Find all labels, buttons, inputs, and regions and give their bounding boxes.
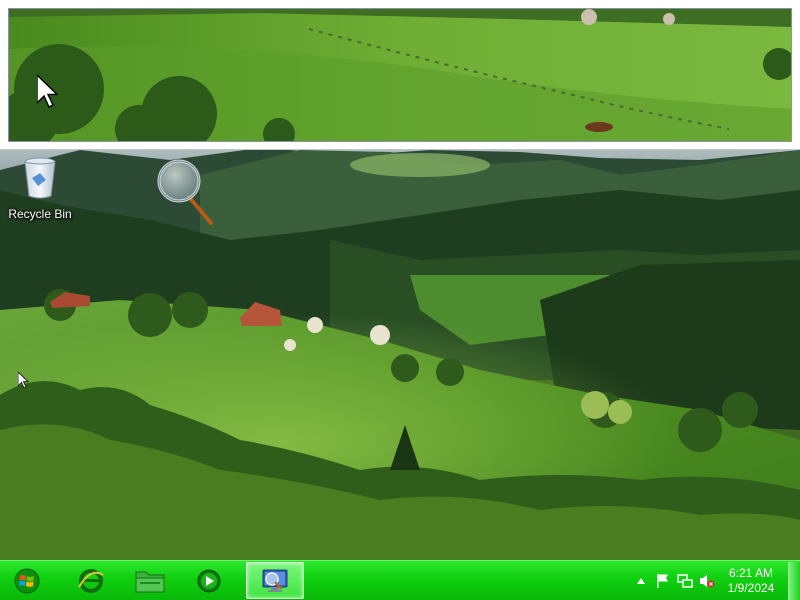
show-desktop-button[interactable] — [788, 561, 800, 600]
start-button[interactable] — [0, 562, 54, 599]
clock-time: 6:21 AM — [728, 565, 774, 580]
network-button[interactable] — [674, 570, 696, 592]
recycle-bin-icon — [24, 157, 56, 199]
clock-date: 1/9/2024 — [727, 580, 775, 595]
taskbar: 6:21 AM 1/9/2024 — [0, 560, 800, 600]
volume-muted-icon — [700, 574, 715, 587]
show-hidden-icons-button[interactable] — [630, 570, 652, 592]
internet-explorer-icon — [78, 568, 104, 593]
taskbar-file-explorer[interactable] — [121, 562, 179, 599]
chevron-up-icon — [637, 577, 645, 584]
magnifier-icon[interactable] — [157, 159, 217, 229]
magnifier-app-icon — [262, 569, 288, 592]
desktop: Recycle Bin 6:21 AM 1/9/2024 — [0, 0, 800, 600]
magnified-view — [8, 8, 792, 142]
taskbar-internet-explorer[interactable] — [62, 562, 120, 599]
magnifier-lens-window — [0, 0, 800, 150]
media-player-icon — [197, 569, 221, 592]
folder-icon — [135, 571, 165, 592]
network-icon — [677, 573, 693, 588]
system-tray: 6:21 AM 1/9/2024 — [630, 561, 800, 600]
taskbar-magnifier[interactable] — [246, 562, 304, 599]
taskbar-media-player[interactable] — [180, 562, 238, 599]
windows-logo-icon — [14, 568, 40, 593]
clock[interactable]: 6:21 AM 1/9/2024 — [718, 566, 784, 596]
action-center-button[interactable] — [652, 570, 674, 592]
recycle-bin-label: Recycle Bin — [8, 207, 72, 221]
volume-button[interactable] — [696, 570, 718, 592]
flag-icon — [657, 573, 668, 588]
desktop-icon-recycle-bin[interactable]: Recycle Bin — [5, 156, 75, 221]
magnified-landscape — [9, 9, 791, 141]
